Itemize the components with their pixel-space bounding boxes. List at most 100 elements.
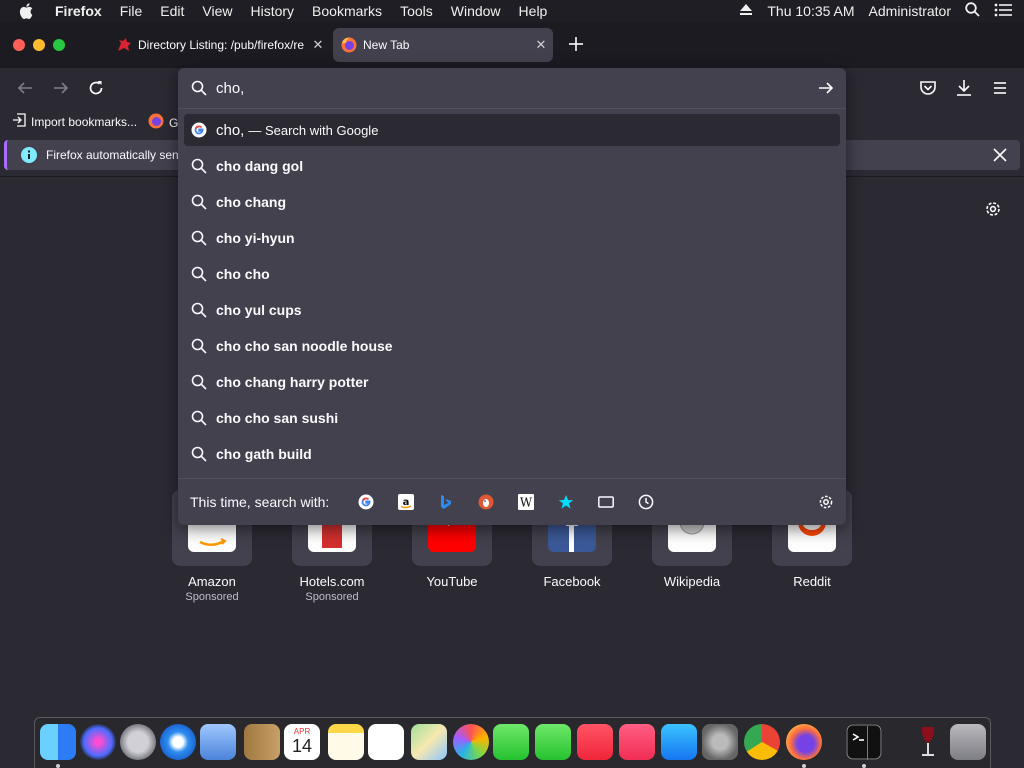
search-settings-gear-icon[interactable] <box>818 494 834 510</box>
firefox-logo-icon <box>341 37 357 53</box>
suggestion-item[interactable]: cho chang <box>184 186 840 218</box>
eject-icon[interactable] <box>739 3 753 19</box>
suggestion-text: cho chang <box>216 194 287 210</box>
tab-close-icon[interactable]: ✕ <box>529 37 553 53</box>
duckduckgo-icon[interactable] <box>478 494 494 510</box>
dock-siri-icon[interactable] <box>80 724 116 760</box>
menu-bookmarks[interactable]: Bookmarks <box>312 3 382 19</box>
url-input[interactable] <box>216 78 776 98</box>
tab-new-tab[interactable]: New Tab ✕ <box>333 28 553 62</box>
menu-view[interactable]: View <box>202 3 232 19</box>
dock-chrome-icon[interactable] <box>744 724 780 760</box>
dock-terminal-icon[interactable] <box>846 724 882 760</box>
search-icon <box>191 302 207 318</box>
suggestion-item[interactable]: cho chang harry potter <box>184 366 840 398</box>
calendar-month: APR <box>293 727 311 736</box>
hamburger-menu-icon[interactable] <box>990 78 1010 98</box>
bookmarks-star-icon[interactable] <box>558 494 574 510</box>
suggestion-search-with-google[interactable]: cho, — Search with Google <box>184 114 840 146</box>
search-icon <box>191 158 207 174</box>
dock-launchpad-icon[interactable] <box>120 724 156 760</box>
menu-help[interactable]: Help <box>519 3 548 19</box>
tab-close-icon[interactable]: ✕ <box>306 37 330 53</box>
suggestion-action: — Search with Google <box>248 122 379 138</box>
search-icon <box>191 266 207 282</box>
dock-finder-icon[interactable] <box>40 724 76 760</box>
menu-firefox[interactable]: Firefox <box>55 3 102 19</box>
search-icon <box>191 338 207 354</box>
close-icon[interactable] <box>992 147 1008 163</box>
dock-firefox-icon[interactable] <box>786 724 822 760</box>
new-tab-plus-icon[interactable] <box>566 34 586 54</box>
menu-edit[interactable]: Edit <box>160 3 184 19</box>
gear-icon[interactable] <box>984 200 1002 218</box>
svg-text:a: a <box>403 497 410 508</box>
window-zoom-button[interactable] <box>53 39 65 51</box>
window-close-button[interactable] <box>13 39 25 51</box>
dock-running-indicator <box>56 764 60 768</box>
bookmark-item-firefox[interactable]: G <box>148 113 178 132</box>
suggestion-item[interactable]: cho cho <box>184 258 840 290</box>
tab-directory-listing[interactable]: Directory Listing: /pub/firefox/re ✕ <box>108 28 330 62</box>
bookmark-label: G <box>169 115 179 130</box>
dock-photos-icon[interactable] <box>453 724 489 760</box>
downloads-icon[interactable] <box>954 78 974 98</box>
favicon-icon <box>116 37 132 53</box>
dock-safari-icon[interactable] <box>160 724 196 760</box>
apple-menu-icon[interactable] <box>19 3 39 19</box>
sponsored-label: Sponsored <box>305 591 359 603</box>
forward-arrow-icon[interactable] <box>51 78 71 98</box>
dock-calendar-icon[interactable]: APR 14 <box>284 724 320 760</box>
dock-contacts-icon[interactable] <box>244 724 280 760</box>
amazon-icon[interactable]: a <box>398 494 414 510</box>
top-site-name: Reddit <box>793 574 831 589</box>
menu-file[interactable]: File <box>120 3 143 19</box>
dock-reminders-icon[interactable] <box>368 724 404 760</box>
dock-running-indicator <box>802 764 806 768</box>
import-icon <box>12 113 26 130</box>
dock-trash-icon[interactable] <box>950 724 986 760</box>
suggestion-item[interactable]: cho cho san noodle house <box>184 330 840 362</box>
dock-app-store-icon[interactable] <box>661 724 697 760</box>
top-site-name: Facebook <box>543 574 601 589</box>
reload-icon[interactable] <box>86 78 106 98</box>
menu-window[interactable]: Window <box>451 3 501 19</box>
spotlight-search-icon[interactable] <box>965 2 980 20</box>
suggestion-text: cho cho san noodle house <box>216 338 393 354</box>
menubar-clock[interactable]: Thu 10:35 AM <box>767 3 854 19</box>
search-icon <box>191 194 207 210</box>
macos-menubar: Firefox File Edit View History Bookmarks… <box>0 0 1024 22</box>
tab-strip: Directory Listing: /pub/firefox/re ✕ New… <box>0 22 1024 68</box>
pocket-icon[interactable] <box>918 78 938 98</box>
suggestion-item[interactable]: cho cho san sushi <box>184 402 840 434</box>
dock-facetime-icon[interactable] <box>535 724 571 760</box>
history-clock-icon[interactable] <box>638 494 654 510</box>
google-icon[interactable] <box>358 494 374 510</box>
notification-center-icon[interactable] <box>994 3 1012 20</box>
window-minimize-button[interactable] <box>33 39 45 51</box>
go-arrow-icon[interactable] <box>818 80 834 96</box>
suggestion-item[interactable]: cho dang gol <box>184 150 840 182</box>
menu-history[interactable]: History <box>250 3 294 19</box>
suggestion-item[interactable]: cho yi-hyun <box>184 222 840 254</box>
suggestion-text: cho chang harry potter <box>216 374 369 390</box>
dock-music-icon[interactable] <box>619 724 655 760</box>
dock-messages-icon[interactable] <box>493 724 529 760</box>
import-bookmarks-item[interactable]: Import bookmarks... <box>12 113 137 130</box>
dock-wine-icon[interactable] <box>910 724 946 760</box>
dock-system-preferences-icon[interactable] <box>702 724 738 760</box>
menubar-user[interactable]: Administrator <box>869 3 951 19</box>
bing-icon[interactable] <box>438 494 454 510</box>
dock-notes-icon[interactable] <box>328 724 364 760</box>
wikipedia-icon[interactable]: W <box>518 494 534 510</box>
dock-running-indicator <box>862 764 866 768</box>
dock-mail-icon[interactable] <box>200 724 236 760</box>
menu-tools[interactable]: Tools <box>400 3 433 19</box>
tabs-icon[interactable] <box>598 494 614 510</box>
suggestion-item[interactable]: cho yul cups <box>184 294 840 326</box>
dock-news-icon[interactable] <box>577 724 613 760</box>
suggestion-item[interactable]: cho gath build <box>184 438 840 470</box>
back-arrow-icon[interactable] <box>15 78 35 98</box>
dock-maps-icon[interactable] <box>411 724 447 760</box>
search-icon <box>191 80 207 96</box>
